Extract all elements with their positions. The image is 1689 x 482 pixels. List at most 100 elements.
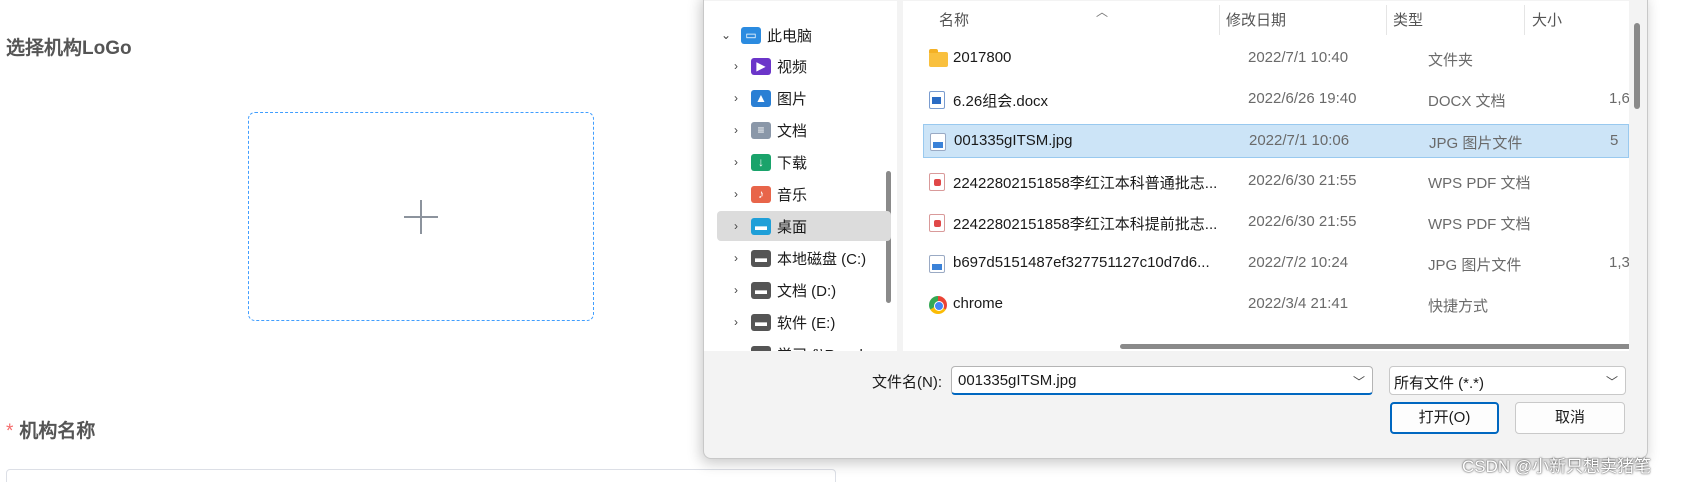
file-name: b697d5151487ef327751127c10d7d6... — [953, 254, 1210, 271]
cancel-button[interactable]: 取消 — [1515, 402, 1625, 434]
chevron-right-icon[interactable]: › — [725, 219, 747, 233]
file-type: 文件夹 — [1428, 52, 1474, 69]
file-type: WPS PDF 文档 — [1428, 216, 1531, 233]
column-divider[interactable] — [1386, 5, 1387, 35]
sort-ascending-icon: ︿ — [1096, 5, 1109, 19]
nav-item-label: 下载 — [777, 154, 808, 172]
chevron-down-icon[interactable]: ⌄ — [715, 28, 737, 42]
open-button[interactable]: 打开(O) — [1390, 402, 1499, 434]
desktop-icon: ▬ — [751, 217, 771, 235]
org-name-input[interactable] — [6, 469, 836, 482]
file-date: 2022/3/4 21:41 — [1248, 295, 1349, 312]
file-size: 1,3 — [1609, 254, 1629, 271]
nav-item-label: 图片 — [777, 90, 808, 108]
file-size: 5 — [1610, 132, 1619, 149]
chevron-right-icon[interactable]: › — [725, 315, 747, 329]
file-type-filter-value: 所有文件 (*.*) — [1394, 375, 1485, 392]
file-list-pane[interactable]: ︿ 名称 修改日期 类型 大小 2017800 2022/7/1 10:40 文件夹… — [903, 1, 1629, 351]
file-row[interactable]: 001335gITSM.jpg 2022/7/1 10:06 JPG 图片文件 5 — [923, 124, 1629, 158]
computer-icon: ▭ — [741, 26, 761, 44]
column-divider[interactable] — [1219, 5, 1220, 35]
column-header-name[interactable]: 名称 — [939, 9, 969, 30]
nav-item[interactable]: › ▬ 本地磁盘 (C:) — [717, 243, 891, 273]
nav-item[interactable]: › ▶ 视频 — [717, 51, 891, 81]
file-date: 2022/7/1 10:40 — [1248, 49, 1349, 66]
file-row[interactable]: 2017800 2022/7/1 10:40 文件夹 — [923, 42, 1629, 76]
chevron-right-icon[interactable]: › — [725, 91, 747, 105]
drive-icon: ▬ — [751, 281, 771, 299]
pdf-file-icon — [929, 214, 945, 232]
logo-upload-area[interactable] — [248, 112, 594, 321]
file-type: JPG 图片文件 — [1429, 135, 1523, 152]
column-header-size[interactable]: 大小 — [1532, 9, 1562, 30]
plus-icon — [404, 199, 438, 234]
folder-file-icon — [929, 49, 948, 67]
file-date: 2022/6/30 21:55 — [1248, 172, 1357, 189]
chevron-right-icon[interactable]: › — [725, 155, 747, 169]
file-date: 2022/7/2 10:24 — [1248, 254, 1349, 271]
file-name: 2017800 — [953, 49, 1012, 66]
nav-item[interactable]: › ↓ 下载 — [717, 147, 891, 177]
file-list-horizontal-scrollbar[interactable] — [1120, 344, 1629, 349]
chevron-right-icon[interactable]: › — [725, 123, 747, 137]
file-name: chrome — [953, 295, 1004, 312]
nav-item-label: 文档 (D:) — [777, 282, 837, 300]
watermark-text: CSDN @小新只想卖猪笔 — [1462, 457, 1652, 476]
file-date: 2022/6/30 21:55 — [1248, 213, 1357, 230]
file-type: WPS PDF 文档 — [1428, 175, 1531, 192]
chevron-right-icon[interactable]: › — [725, 187, 747, 201]
chevron-right-icon[interactable]: › — [725, 347, 747, 351]
file-type: DOCX 文档 — [1428, 93, 1506, 110]
file-type: 快捷方式 — [1428, 298, 1489, 315]
file-type-filter-select[interactable]: 所有文件 (*.*) ﹀ — [1389, 366, 1626, 395]
download-icon: ↓ — [751, 153, 771, 171]
picture-icon: ▲ — [751, 89, 771, 107]
file-name: 22422802151858李红江本科普通批志... — [953, 175, 1218, 192]
navigation-pane[interactable]: ⌄ ▭ 此电脑 › ▶ 视频 › ▲ 图片 › ≡ 文档 › ↓ 下载 › ♪ 音乐 › ▬ 桌面 › ▬ 本地磁盘 (C:)… — [704, 1, 897, 351]
nav-item-label: 软件 (E:) — [777, 314, 836, 332]
org-name-label: * 机构名称 — [6, 416, 95, 443]
required-mark: * — [6, 421, 14, 442]
drive-icon: ▬ — [751, 249, 771, 267]
nav-item-label: 本地磁盘 (C:) — [777, 250, 867, 268]
chevron-down-icon[interactable]: ﹀ — [1353, 373, 1365, 390]
file-row[interactable]: 6.26组会.docx 2022/6/26 19:40 DOCX 文档 1,6 — [923, 83, 1629, 117]
music-icon: ♪ — [751, 185, 771, 203]
video-icon: ▶ — [751, 57, 771, 75]
nav-item-label: 桌面 — [777, 218, 808, 236]
nav-item[interactable]: › ▲ 图片 — [717, 83, 891, 113]
drive-icon: ▬ — [751, 313, 771, 331]
column-header-type[interactable]: 类型 — [1393, 9, 1423, 30]
org-name-text: 机构名称 — [19, 421, 96, 442]
file-list-vertical-scrollbar[interactable] — [1634, 23, 1640, 109]
nav-item[interactable]: › ♪ 音乐 — [717, 179, 891, 209]
nav-item[interactable]: › ▬ 文档 (D:) — [717, 275, 891, 305]
nav-item[interactable]: › ▬ 学习 (\\Raspber — [717, 339, 891, 351]
filename-label: 文件名(N): — [872, 374, 942, 391]
chevron-right-icon[interactable]: › — [725, 59, 747, 73]
nav-item[interactable]: › ≡ 文档 — [717, 115, 891, 145]
file-size: 1,6 — [1609, 90, 1629, 107]
chevron-right-icon[interactable]: › — [725, 283, 747, 297]
filename-value: 001335gITSM.jpg — [958, 372, 1077, 389]
nav-item-label: 学习 (\\Raspber — [777, 344, 881, 352]
chevron-right-icon[interactable]: › — [725, 251, 747, 265]
nav-item-label: 此电脑 — [767, 27, 813, 45]
nav-item-label: 文档 — [777, 122, 808, 140]
nav-item-label: 音乐 — [777, 186, 808, 204]
nav-item[interactable]: › ▬ 软件 (E:) — [717, 307, 891, 337]
jpg-file-icon — [930, 133, 946, 151]
filename-input[interactable]: 001335gITSM.jpg ﹀ — [951, 366, 1373, 395]
chrome-file-icon — [929, 296, 947, 314]
file-row[interactable]: 22422802151858李红江本科提前批志... 2022/6/30 21:5… — [923, 206, 1629, 240]
file-row[interactable]: chrome 2022/3/4 21:41 快捷方式 — [923, 288, 1629, 322]
file-date: 2022/7/1 10:06 — [1249, 132, 1350, 149]
nav-item[interactable]: › ▬ 桌面 — [717, 211, 891, 241]
nav-item-label: 视频 — [777, 58, 808, 76]
column-divider[interactable] — [1524, 5, 1525, 35]
file-type: JPG 图片文件 — [1428, 257, 1522, 274]
file-row[interactable]: b697d5151487ef327751127c10d7d6... 2022/7/… — [923, 247, 1629, 281]
file-row[interactable]: 22422802151858李红江本科普通批志... 2022/6/30 21:5… — [923, 165, 1629, 199]
nav-item[interactable]: ⌄ ▭ 此电脑 — [707, 20, 881, 50]
column-header-date[interactable]: 修改日期 — [1226, 9, 1286, 30]
